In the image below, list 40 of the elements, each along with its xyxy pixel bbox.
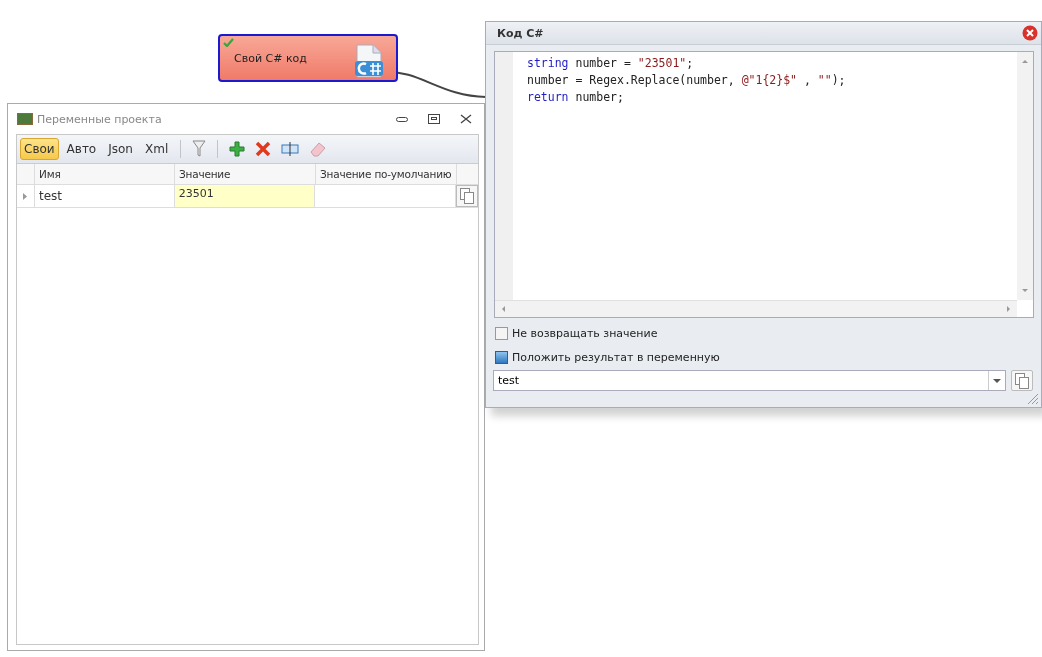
code-line: return number; xyxy=(527,89,625,106)
copy-button[interactable] xyxy=(456,185,478,207)
resize-grip-icon[interactable] xyxy=(1027,393,1039,405)
checkbox[interactable] xyxy=(495,351,508,364)
delete-icon[interactable] xyxy=(255,141,272,157)
csharp-file-icon xyxy=(354,44,384,78)
node-label: Свой C# код xyxy=(234,51,308,65)
close-icon[interactable] xyxy=(1022,25,1038,41)
code-line: string number = "23501"; xyxy=(527,55,695,72)
tab[interactable]: Авто xyxy=(62,138,101,160)
table-cell: 23501 xyxy=(174,185,316,207)
window-title: Переменные проекта xyxy=(37,112,162,126)
table-cell: test xyxy=(35,185,175,207)
caret-icon xyxy=(993,378,1001,383)
variable-dropdown[interactable]: test xyxy=(493,370,1006,391)
tab[interactable]: Свои xyxy=(20,138,59,160)
row-pointer-icon xyxy=(23,192,28,200)
window-title: Код C# xyxy=(497,26,544,40)
close-icon[interactable] xyxy=(460,114,472,124)
checkbox-label: Не возвращать значение xyxy=(512,327,658,340)
code-editor[interactable]: string number = "23501"; number = Regex.Replace(number, @"1{2}$" , ""); return number; xyxy=(494,51,1034,318)
restore-icon[interactable] xyxy=(428,114,440,124)
minimize-icon[interactable] xyxy=(396,115,408,123)
blackboard-icon xyxy=(17,113,33,125)
horizontal-scrollbar[interactable] xyxy=(495,300,1017,317)
column-header[interactable]: Значение xyxy=(175,164,316,184)
rename-icon[interactable] xyxy=(281,142,300,156)
vertical-scrollbar[interactable] xyxy=(1017,52,1033,300)
tab[interactable]: Json xyxy=(104,138,137,160)
checkbox[interactable] xyxy=(495,327,508,340)
checkbox-label: Положить результат в переменную xyxy=(512,351,720,364)
eraser-icon[interactable] xyxy=(309,141,328,157)
add-icon[interactable] xyxy=(229,141,246,157)
copy-button[interactable] xyxy=(1011,370,1033,391)
tab[interactable]: Xml xyxy=(140,138,173,160)
code-line: number = Regex.Replace(number, @"1{2}$" , ""); xyxy=(527,72,847,89)
column-header[interactable]: Имя xyxy=(35,164,175,184)
filter-icon[interactable] xyxy=(192,140,207,158)
action-node[interactable]: Свой C# код xyxy=(218,34,398,82)
column-header[interactable]: Значение по-умолчанию xyxy=(316,164,457,184)
